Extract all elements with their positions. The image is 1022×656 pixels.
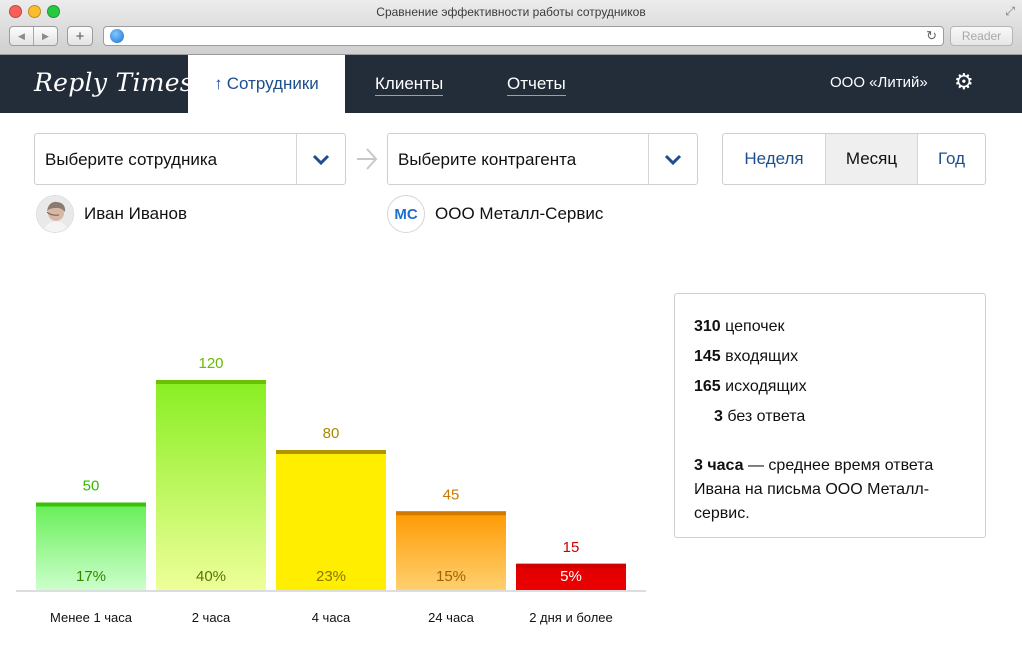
period-switcher: Неделя Месяц Год: [722, 133, 986, 185]
reader-button[interactable]: Reader: [950, 26, 1013, 46]
chevron-down-icon[interactable]: [648, 134, 697, 184]
period-year-button[interactable]: Год: [918, 134, 985, 184]
tab-clients[interactable]: Клиенты: [375, 74, 444, 96]
counterparty-select[interactable]: Выберите контрагента: [387, 133, 698, 185]
chevron-down-icon[interactable]: [296, 134, 345, 184]
avg-response-summary: 3 часа — среднее время ответа Ивана на п…: [694, 457, 934, 522]
tab-employees[interactable]: ↑ Сотрудники: [188, 55, 345, 113]
period-week-button[interactable]: Неделя: [723, 134, 825, 184]
window-title: Сравнение эффективности работы сотрудник…: [376, 5, 646, 19]
chart-value-label: 45: [443, 486, 460, 503]
tab-employees-label: Сотрудники: [226, 74, 319, 93]
counterparty-select-value: Выберите контрагента: [398, 150, 577, 169]
chart-bar: [156, 380, 266, 590]
chart-category-label: 2 часа: [192, 610, 231, 625]
chart-bar-cap: [276, 450, 386, 454]
history-nav: ◀ ▶: [9, 26, 58, 46]
stats-panel: 310 цепочек 145 входящих 165 исходящих 3…: [674, 293, 986, 538]
chart-category-label: 24 часа: [428, 610, 475, 625]
stat-incoming: 145 входящих: [694, 348, 799, 365]
chart-percent-label: 15%: [436, 568, 466, 585]
period-month-button[interactable]: Месяц: [825, 134, 918, 184]
chart-value-label: 50: [83, 478, 100, 495]
chart-value-label: 120: [198, 355, 223, 372]
chart-percent-label: 40%: [196, 568, 226, 585]
globe-icon: [110, 29, 124, 43]
arrow-right-icon: [356, 146, 378, 177]
selected-employee: Иван Иванов: [36, 195, 187, 233]
chart-bar-cap: [156, 380, 266, 384]
response-time-chart: 50 17% Менее 1 часа 120 40% 2 часа 80 23% 4 часа…: [16, 355, 646, 625]
forward-arrow-icon[interactable]: ▶: [34, 27, 57, 45]
stat-outgoing: 165 исходящих: [694, 378, 807, 395]
chart-category-label: 4 часа: [312, 610, 351, 625]
fullscreen-icon[interactable]: ⤢: [1005, 4, 1015, 19]
avatar: [36, 195, 74, 233]
chart-category-label: 2 дня и более: [529, 610, 613, 625]
chart-value-label: 80: [323, 425, 340, 442]
reload-icon[interactable]: ↻: [926, 28, 937, 44]
employee-name: Иван Иванов: [84, 204, 188, 223]
new-tab-button[interactable]: +: [67, 26, 93, 46]
chart-value-label: 15: [563, 539, 580, 556]
company-name[interactable]: ООО «Литий»: [830, 74, 928, 91]
employee-select-value: Выберите сотрудника: [45, 150, 218, 169]
address-bar[interactable]: ↻: [103, 26, 944, 46]
stat-unanswered: 3 без ответа: [714, 408, 806, 425]
stat-chains: 310 цепочек: [694, 318, 785, 335]
sort-arrow-icon: ↑: [214, 74, 223, 93]
counterparty-logo: МС: [387, 195, 425, 233]
selected-counterparty: МС ООО Металл-Сервис: [387, 195, 603, 233]
counterparty-name: ООО Металл-Сервис: [435, 204, 604, 223]
chart-percent-label: 5%: [560, 568, 582, 585]
chart-category-label: Менее 1 часа: [50, 610, 133, 625]
chart-bar-cap: [396, 511, 506, 516]
back-arrow-icon[interactable]: ◀: [10, 27, 34, 45]
chart-bar-cap: [36, 502, 146, 507]
chart-percent-label: 17%: [76, 568, 106, 585]
tab-reports[interactable]: Отчеты: [507, 74, 566, 96]
chart-percent-label: 23%: [316, 568, 346, 585]
gear-icon[interactable]: ⚙: [954, 69, 974, 95]
browser-chrome: Сравнение эффективности работы сотрудник…: [0, 0, 1022, 55]
app-logo[interactable]: Reply Times: [34, 68, 193, 97]
app-header: Reply Times ↑ Сотрудники Клиенты Отчеты …: [0, 55, 1022, 113]
employee-select[interactable]: Выберите сотрудника: [34, 133, 346, 185]
